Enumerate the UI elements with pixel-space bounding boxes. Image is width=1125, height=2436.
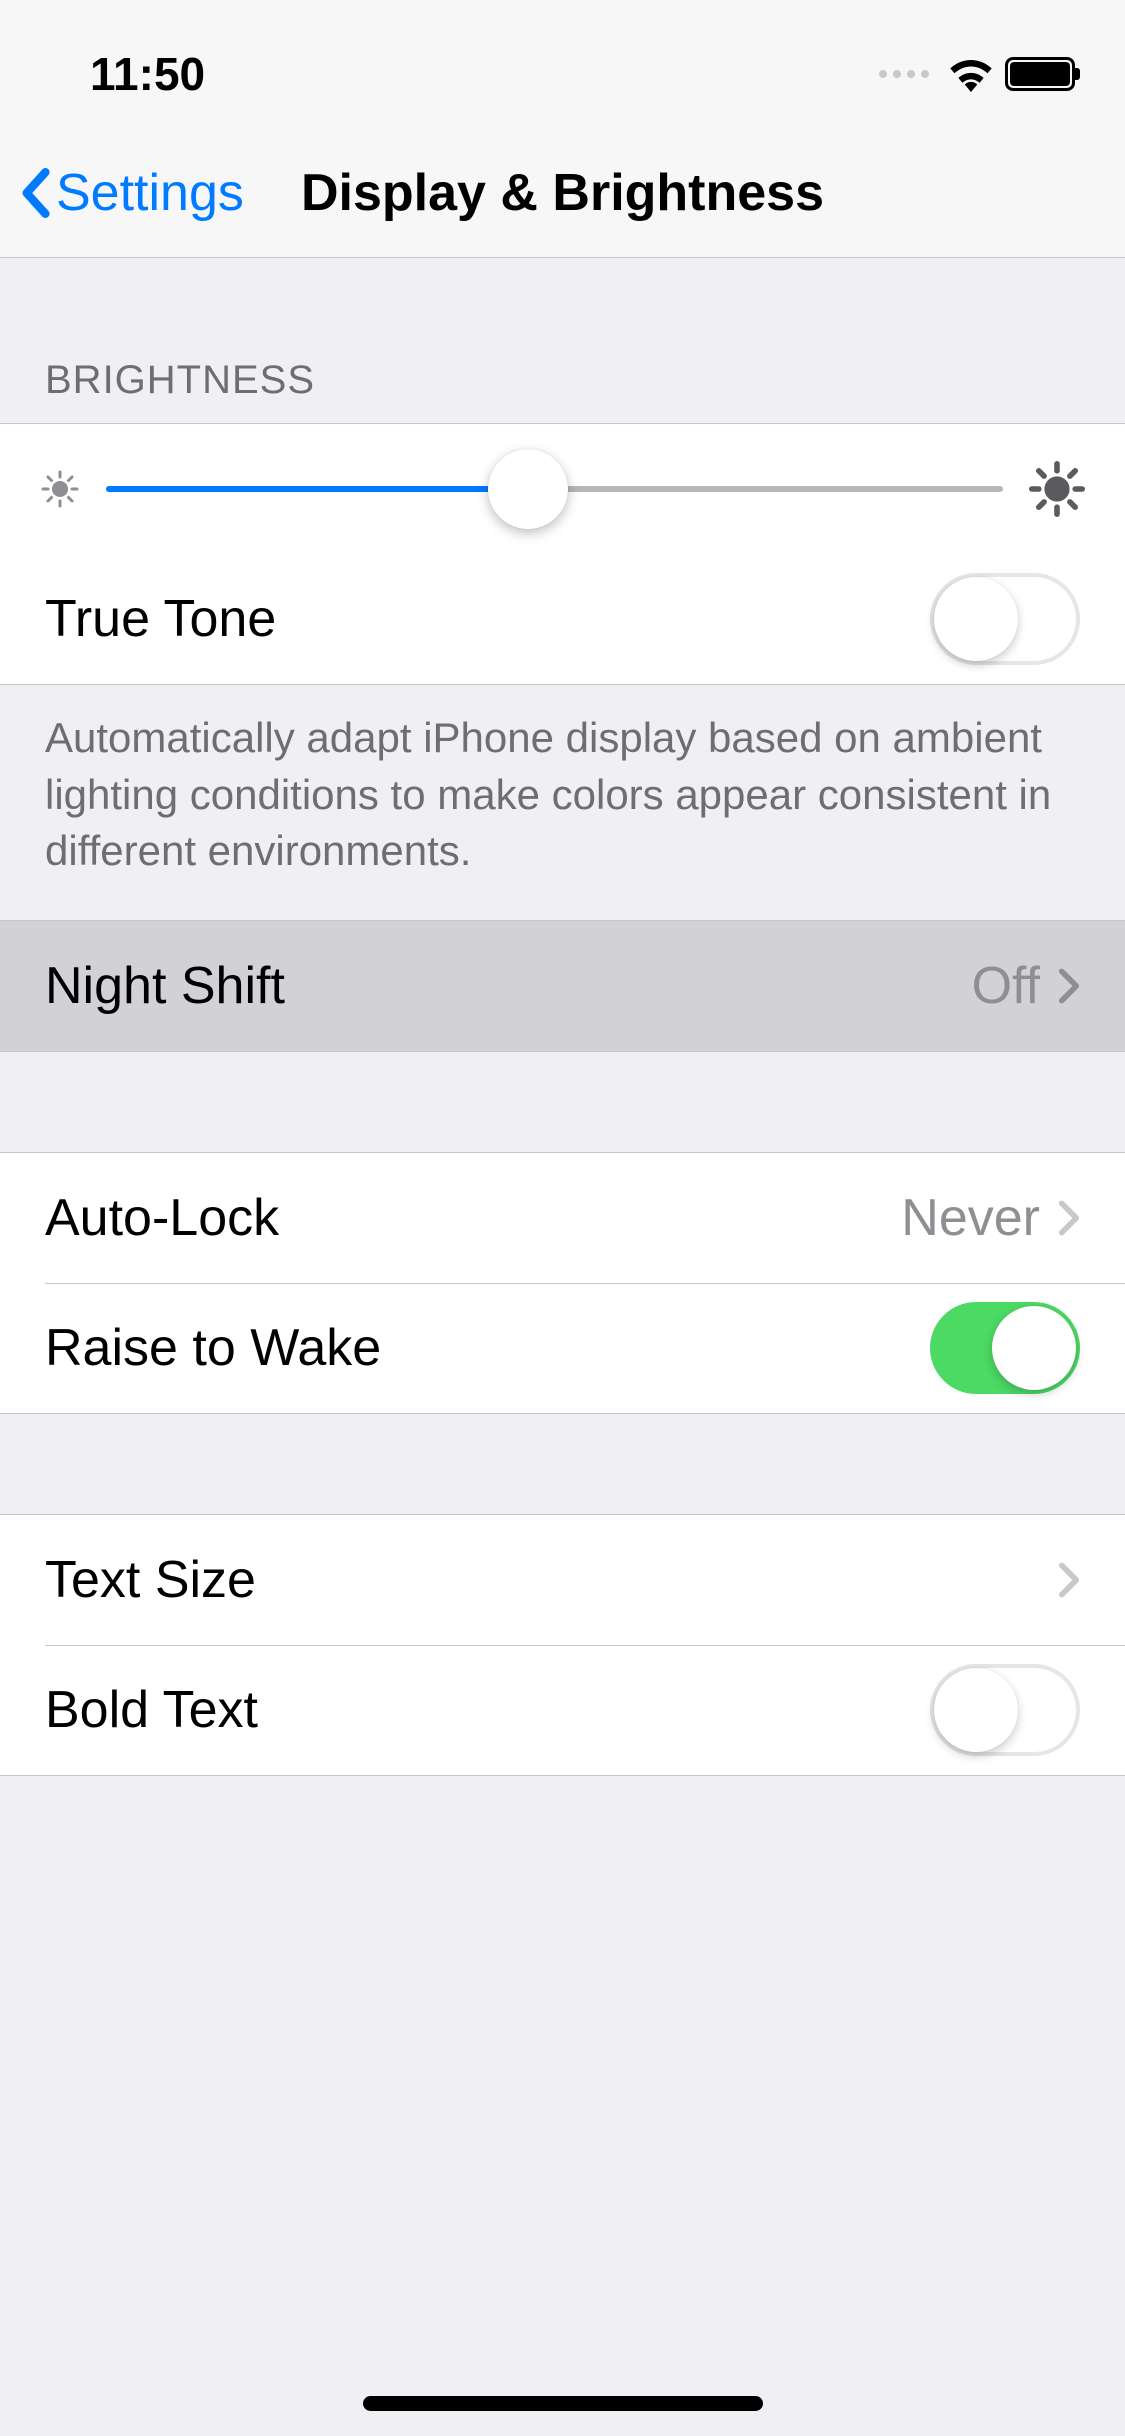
true-tone-label: True Tone — [45, 589, 930, 649]
text-size-row[interactable]: Text Size — [0, 1515, 1125, 1645]
night-shift-group: Night Shift Off — [0, 920, 1125, 1052]
home-indicator[interactable] — [363, 2396, 763, 2411]
bold-text-toggle[interactable] — [930, 1664, 1080, 1756]
raise-to-wake-toggle[interactable] — [930, 1302, 1080, 1394]
chevron-right-icon — [1058, 1561, 1080, 1599]
battery-icon — [1005, 57, 1075, 91]
true-tone-footer: Automatically adapt iPhone display based… — [0, 685, 1125, 920]
back-label: Settings — [56, 163, 244, 223]
auto-lock-row[interactable]: Auto-Lock Never — [0, 1153, 1125, 1283]
lock-group: Auto-Lock Never Raise to Wake — [0, 1152, 1125, 1414]
cellular-dots-icon — [879, 70, 929, 78]
night-shift-label: Night Shift — [45, 956, 972, 1016]
text-size-label: Text Size — [45, 1550, 1058, 1610]
night-shift-row[interactable]: Night Shift Off — [0, 921, 1125, 1051]
bold-text-row: Bold Text — [0, 1645, 1125, 1775]
nav-bar: Settings Display & Brightness — [0, 128, 1125, 258]
raise-to-wake-label: Raise to Wake — [45, 1318, 930, 1378]
brightness-group: True Tone — [0, 423, 1125, 685]
chevron-left-icon — [20, 168, 50, 218]
status-indicators — [879, 56, 1085, 92]
true-tone-toggle[interactable] — [930, 573, 1080, 665]
brightness-section-header: BRIGHTNESS — [0, 258, 1125, 423]
brightness-slider[interactable] — [106, 459, 1003, 519]
back-button[interactable]: Settings — [0, 163, 244, 223]
wifi-icon — [949, 56, 993, 92]
status-bar: 11:50 — [0, 0, 1125, 128]
text-group: Text Size Bold Text — [0, 1514, 1125, 1776]
brightness-low-icon — [40, 469, 80, 509]
brightness-slider-row — [0, 424, 1125, 554]
night-shift-value: Off — [972, 956, 1040, 1016]
chevron-right-icon — [1058, 1199, 1080, 1237]
chevron-right-icon — [1058, 967, 1080, 1005]
status-time: 11:50 — [40, 47, 205, 101]
auto-lock-label: Auto-Lock — [45, 1188, 901, 1248]
raise-to-wake-row: Raise to Wake — [0, 1283, 1125, 1413]
true-tone-row: True Tone — [0, 554, 1125, 684]
brightness-high-icon — [1029, 461, 1085, 517]
bold-text-label: Bold Text — [45, 1680, 930, 1740]
auto-lock-value: Never — [901, 1188, 1040, 1248]
